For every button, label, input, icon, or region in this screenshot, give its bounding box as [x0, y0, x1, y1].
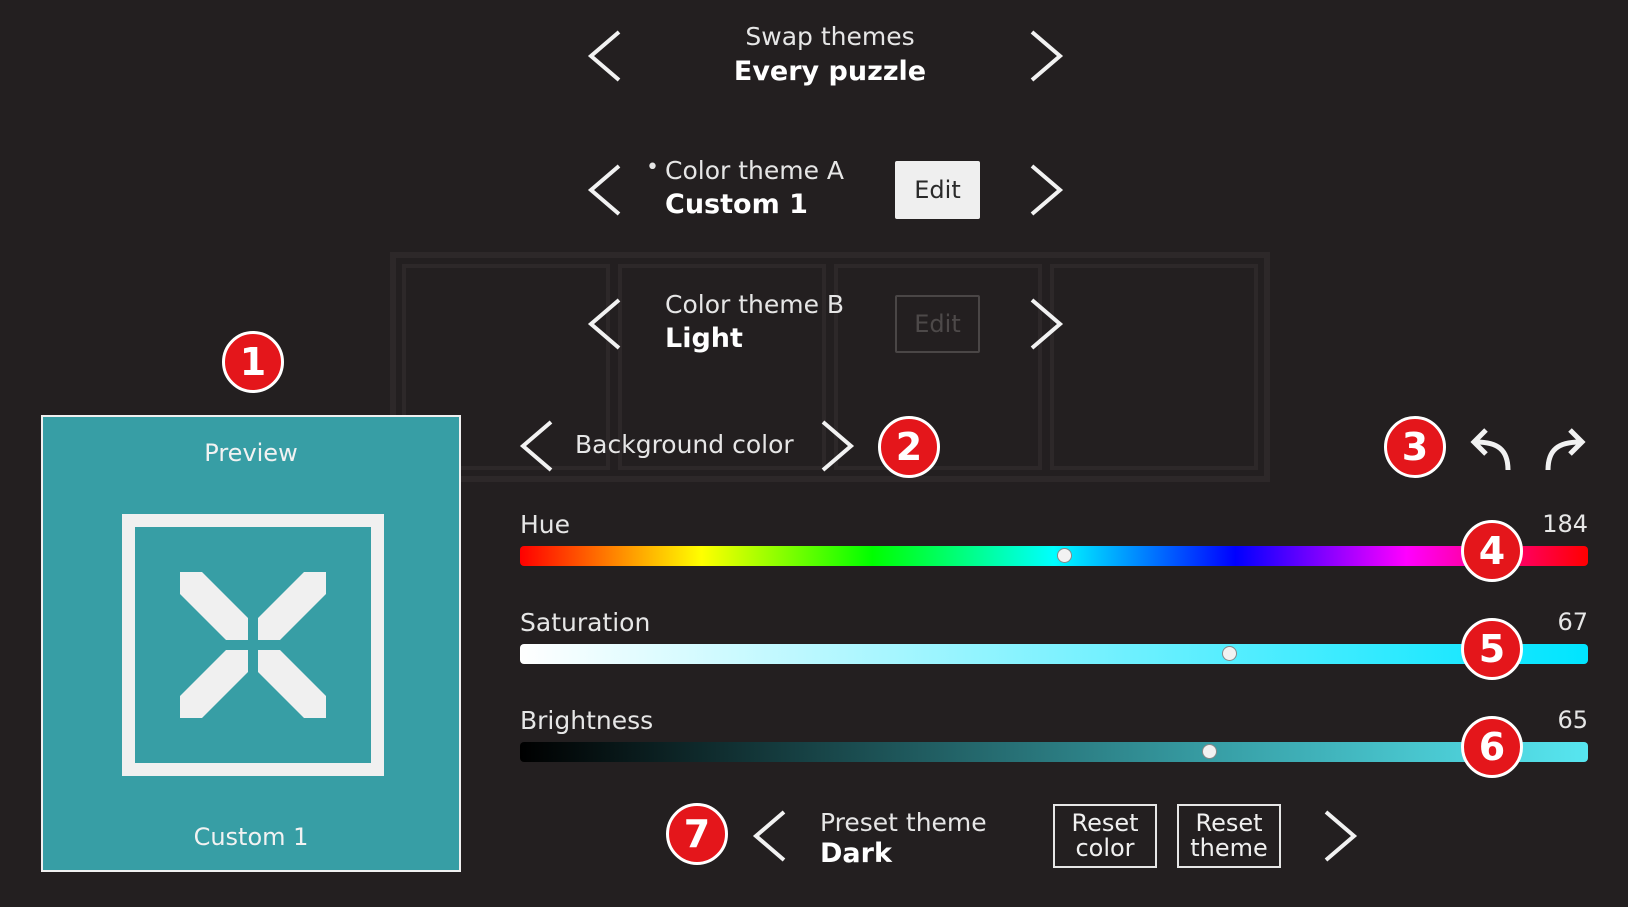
saturation-label: Saturation — [520, 608, 651, 637]
reset-color-line1: Reset — [1071, 809, 1139, 837]
preset-prev-button[interactable] — [748, 808, 792, 864]
theme-a-prev-button[interactable] — [583, 162, 627, 218]
annotation-badge-5: 5 — [1461, 618, 1523, 680]
reset-color-button[interactable]: Reset color — [1053, 804, 1157, 868]
undo-icon — [1470, 428, 1511, 471]
swap-prev-button[interactable] — [583, 28, 627, 84]
preset-theme-label: Preset theme — [820, 808, 987, 837]
preview-title: Preview — [204, 439, 298, 467]
theme-a-edit-button[interactable]: Edit — [895, 161, 980, 219]
theme-a-active-bullet: • — [646, 155, 659, 180]
annotation-badge-4: 4 — [1461, 520, 1523, 582]
reset-color-line2: color — [1075, 834, 1135, 862]
annotation-badge-2: 2 — [878, 416, 940, 478]
color-target-next-button[interactable] — [815, 418, 859, 474]
brightness-slider-knob[interactable] — [1202, 744, 1217, 759]
chevron-left-icon — [752, 810, 786, 862]
preset-next-button[interactable] — [1318, 808, 1362, 864]
chevron-right-icon — [1324, 810, 1358, 862]
theme-a-label: Color theme A — [665, 156, 845, 185]
hue-label: Hue — [520, 510, 571, 539]
hue-value: 184 — [1542, 510, 1588, 538]
theme-b-edit-button[interactable]: Edit — [895, 295, 980, 353]
hue-slider-track[interactable] — [520, 546, 1588, 566]
theme-a-next-button[interactable] — [1024, 162, 1068, 218]
brightness-slider-track[interactable] — [520, 742, 1588, 762]
chevron-left-icon — [587, 164, 621, 216]
swap-themes-label: Swap themes — [745, 22, 915, 51]
swap-themes-value: Every puzzle — [733, 56, 927, 87]
reset-theme-button[interactable]: Reset theme — [1177, 804, 1281, 868]
preview-tile — [122, 514, 384, 776]
redo-icon — [1545, 428, 1586, 471]
reset-theme-line1: Reset — [1195, 809, 1263, 837]
color-target-label: Background color — [575, 430, 794, 459]
annotation-badge-6: 6 — [1461, 716, 1523, 778]
chevron-right-icon — [1030, 164, 1064, 216]
theme-b-value: Light — [665, 323, 743, 354]
chevron-right-icon — [1030, 30, 1064, 82]
chevron-left-icon — [519, 420, 553, 472]
theme-b-label: Color theme B — [665, 290, 845, 319]
theme-b-prev-button[interactable] — [583, 296, 627, 352]
annotation-badge-7: 7 — [666, 803, 728, 865]
reset-theme-line2: theme — [1190, 834, 1268, 862]
chevron-left-icon — [587, 30, 621, 82]
annotation-badge-3: 3 — [1384, 416, 1446, 478]
preview-theme-name: Custom 1 — [193, 823, 309, 851]
theme-preview-panel: Preview Custom 1 — [41, 415, 461, 872]
chevron-right-icon — [1030, 298, 1064, 350]
redo-button[interactable] — [1540, 424, 1592, 476]
theme-a-value: Custom 1 — [665, 189, 808, 220]
brightness-value: 65 — [1557, 706, 1588, 734]
color-target-prev-button[interactable] — [515, 418, 559, 474]
theme-b-next-button[interactable] — [1024, 296, 1068, 352]
saturation-value: 67 — [1557, 608, 1588, 636]
x-symbol-icon — [180, 572, 326, 718]
swap-next-button[interactable] — [1024, 28, 1068, 84]
undo-button[interactable] — [1464, 424, 1516, 476]
annotation-badge-1: 1 — [222, 331, 284, 393]
saturation-slider-knob[interactable] — [1222, 646, 1237, 661]
hue-slider-knob[interactable] — [1057, 548, 1072, 563]
chevron-right-icon — [821, 420, 855, 472]
chevron-left-icon — [587, 298, 621, 350]
brightness-label: Brightness — [520, 706, 654, 735]
saturation-slider-track[interactable] — [520, 644, 1588, 664]
preset-theme-value: Dark — [820, 838, 892, 869]
